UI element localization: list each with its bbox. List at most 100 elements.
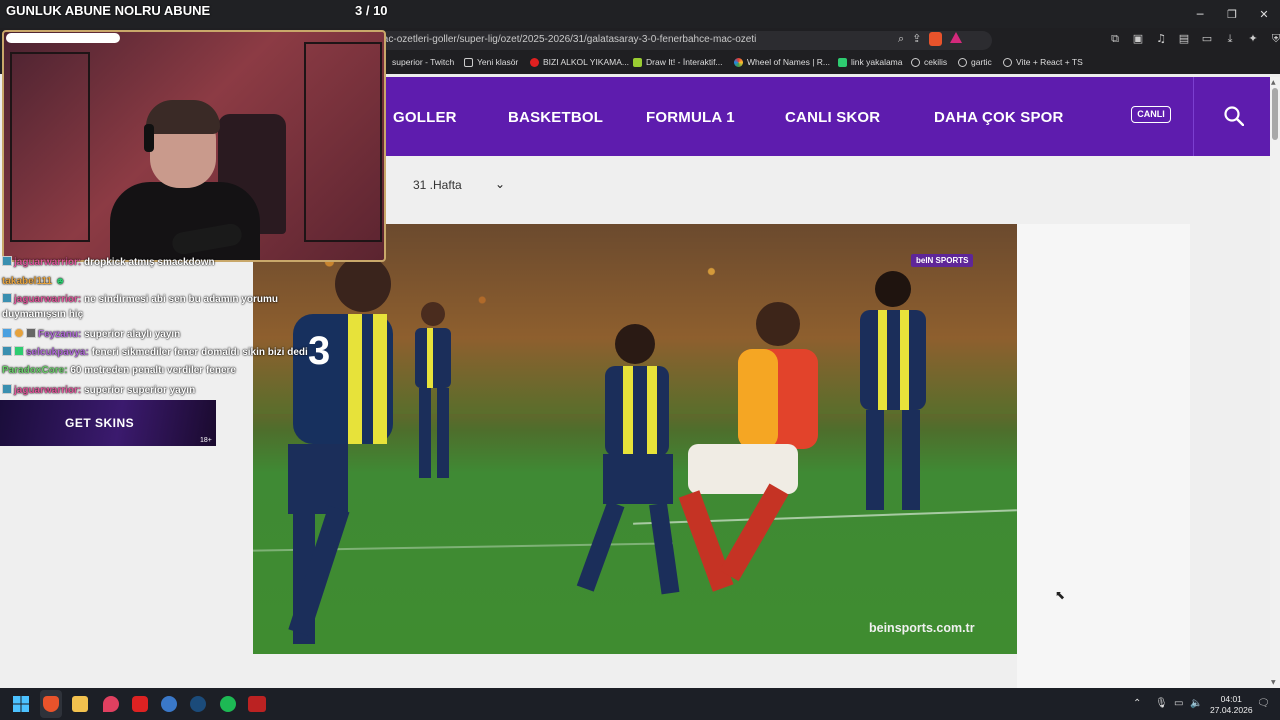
mouse-cursor-icon: ⬉ bbox=[1055, 588, 1066, 602]
nav-daha-cok-spor[interactable]: DAHA ÇOK SPOR bbox=[934, 109, 1064, 126]
nav-formula-1[interactable]: FORMULA 1 bbox=[646, 109, 735, 126]
bookmark-item[interactable]: link yakalama bbox=[838, 57, 903, 67]
brave-rewards-icon[interactable] bbox=[950, 32, 963, 43]
media-icon[interactable]: ♫ bbox=[1154, 32, 1168, 46]
bookmark-item[interactable]: Draw It! - İnteraktif... bbox=[633, 57, 723, 67]
bookmark-favicon-icon bbox=[530, 57, 539, 67]
globe-icon bbox=[911, 57, 920, 67]
week-select[interactable]: 31 .Hafta bbox=[413, 178, 462, 192]
bookmark-item[interactable]: Vite + React + TS bbox=[1003, 57, 1083, 67]
clock-date: 27.04.2026 bbox=[1210, 705, 1253, 715]
user-badge-icon bbox=[2, 256, 12, 266]
get-skins-label: GET SKINS bbox=[65, 416, 135, 430]
chat-username: takabel111 bbox=[2, 276, 53, 287]
folder-icon bbox=[464, 57, 473, 67]
scroll-thumb[interactable] bbox=[1272, 88, 1278, 140]
user-badge-icon bbox=[14, 346, 24, 356]
chat-text: ne sindirmesi abi sen bu adamın yorumu bbox=[84, 294, 278, 305]
chat-text: superior alaylı yayın bbox=[84, 329, 181, 340]
bookmark-label: Wheel of Names | R... bbox=[747, 57, 830, 67]
minimize-button[interactable]: ─ bbox=[1184, 0, 1216, 28]
chat-username: Feyzanu: bbox=[38, 329, 82, 340]
app-icon[interactable] bbox=[248, 696, 266, 712]
chat-message: jaguarwarrior: superior superior yayın bbox=[2, 384, 195, 396]
screen: ─ ❐ ✕ beinsports.com.tr/mac-ozetleri-gol… bbox=[0, 0, 1280, 720]
bookmark-item[interactable]: gartic bbox=[958, 57, 992, 67]
vpn-icon[interactable]: ⛨ bbox=[1269, 32, 1280, 46]
nav-goller[interactable]: GOLLER bbox=[393, 109, 457, 126]
chat-username: jaguarwarrior: bbox=[14, 294, 82, 305]
stream-goal-title: GUNLUK ABUNE NOLRU ABUNE bbox=[6, 3, 211, 18]
volume-icon[interactable]: 🔈 bbox=[1190, 698, 1202, 709]
bookmark-item[interactable]: superior - Twitch bbox=[392, 57, 454, 67]
chat-message: jaguarwarrior: ne sindirmesi abi sen bu … bbox=[2, 293, 278, 305]
streamer-hair bbox=[146, 100, 220, 134]
bookmark-item[interactable]: BIZI ALKOL YIKAMA... bbox=[530, 57, 629, 67]
nav-basketbol[interactable]: BASKETBOL bbox=[508, 109, 603, 126]
screenshot-icon[interactable]: ▣ bbox=[1131, 32, 1145, 46]
leo-ai-icon[interactable]: ✦ bbox=[1246, 32, 1260, 46]
bookmark-item[interactable]: Wheel of Names | R... bbox=[734, 57, 830, 67]
bookmark-label: Vite + React + TS bbox=[1016, 57, 1083, 67]
wallet-icon[interactable]: ▭ bbox=[1200, 32, 1214, 46]
close-button[interactable]: ✕ bbox=[1248, 0, 1280, 28]
scroll-up-icon[interactable]: ▲ bbox=[1271, 79, 1276, 86]
system-clock[interactable]: 04:01 27.04.2026 bbox=[1210, 694, 1253, 716]
chat-message: ParadoxCore: 60 metreden penaltı verdile… bbox=[2, 365, 236, 376]
user-badge-icon bbox=[26, 328, 36, 338]
chat-message: selcukpavya: feneri sikmediler fener dom… bbox=[2, 346, 308, 358]
sidebar-icon[interactable]: ▤ bbox=[1177, 32, 1191, 46]
extensions-icon[interactable]: ⧉ bbox=[1108, 32, 1122, 46]
app-icon[interactable] bbox=[161, 696, 177, 712]
bookmark-label: gartic bbox=[971, 57, 992, 67]
chevron-down-icon[interactable]: ⌄ bbox=[495, 177, 505, 191]
player-figure bbox=[678, 302, 818, 592]
file-explorer-icon[interactable] bbox=[72, 696, 88, 712]
globe-icon bbox=[1003, 57, 1012, 67]
age-rating: 18+ bbox=[200, 437, 212, 444]
windows-start-icon[interactable] bbox=[13, 696, 29, 712]
notification-icon[interactable]: 🗨 bbox=[1257, 698, 1270, 709]
microphone-tray-icon[interactable]: 🎙 bbox=[1155, 698, 1168, 709]
chat-username: selcukpavya: bbox=[26, 347, 89, 358]
live-badge[interactable]: CANLI bbox=[1131, 106, 1171, 123]
spotify-icon[interactable] bbox=[220, 696, 236, 712]
user-badge-icon bbox=[2, 384, 12, 394]
nav-canli-skor[interactable]: CANLI SKOR bbox=[785, 109, 880, 126]
window-controls: ─ ❐ ✕ bbox=[1184, 0, 1280, 28]
headphones-icon bbox=[144, 124, 154, 152]
bein-sports-logo: beIN SPORTS bbox=[911, 254, 974, 267]
player-figure bbox=[860, 271, 926, 510]
zoom-icon[interactable]: ⌕ bbox=[898, 32, 904, 46]
network-icon[interactable]: ▭ bbox=[1174, 698, 1183, 709]
search-icon[interactable] bbox=[1224, 106, 1244, 126]
chat-message: jaguarwarrior: dropkick atmış smackdown bbox=[2, 256, 215, 268]
webcam-overlay bbox=[2, 30, 386, 262]
bookmark-label: Draw It! - İnteraktif... bbox=[646, 57, 723, 67]
brave-shields-icon[interactable] bbox=[929, 32, 943, 46]
scroll-down-icon[interactable]: ▼ bbox=[1271, 679, 1276, 686]
app-icon[interactable] bbox=[132, 696, 148, 712]
brave-browser-icon[interactable] bbox=[43, 696, 59, 712]
download-icon[interactable]: ⤓ bbox=[1223, 32, 1237, 46]
bookmark-favicon-icon bbox=[734, 57, 743, 67]
bookmark-favicon-icon bbox=[633, 57, 642, 67]
chat-text: dropkick atmış smackdown bbox=[84, 257, 215, 268]
emote-icon: ☻ bbox=[54, 276, 66, 287]
bookmark-item[interactable]: Yeni klasör bbox=[464, 57, 518, 67]
user-badge-icon bbox=[2, 328, 12, 338]
cam-progress-bar bbox=[6, 33, 120, 43]
bookmark-favicon-icon bbox=[838, 57, 847, 67]
bookmark-label: cekilis bbox=[924, 57, 948, 67]
tray-chevron-icon[interactable]: ⌃ bbox=[1133, 698, 1141, 709]
video-player[interactable]: 3 beIN SPORTS beinsports.com.tr bbox=[253, 224, 1017, 654]
page-scrollbar[interactable] bbox=[1270, 77, 1280, 688]
bookmark-item[interactable]: cekilis bbox=[911, 57, 947, 67]
maximize-button[interactable]: ❐ bbox=[1216, 0, 1248, 28]
chat-username: ParadoxCore: bbox=[2, 365, 68, 376]
chat-text: superior superior yayın bbox=[84, 385, 196, 396]
chat-text: feneri sikmediler fener domaldı sikin bi… bbox=[91, 347, 308, 358]
share-icon[interactable]: ⇪ bbox=[912, 32, 921, 46]
maps-icon[interactable] bbox=[103, 696, 119, 712]
steam-icon[interactable] bbox=[190, 696, 206, 712]
